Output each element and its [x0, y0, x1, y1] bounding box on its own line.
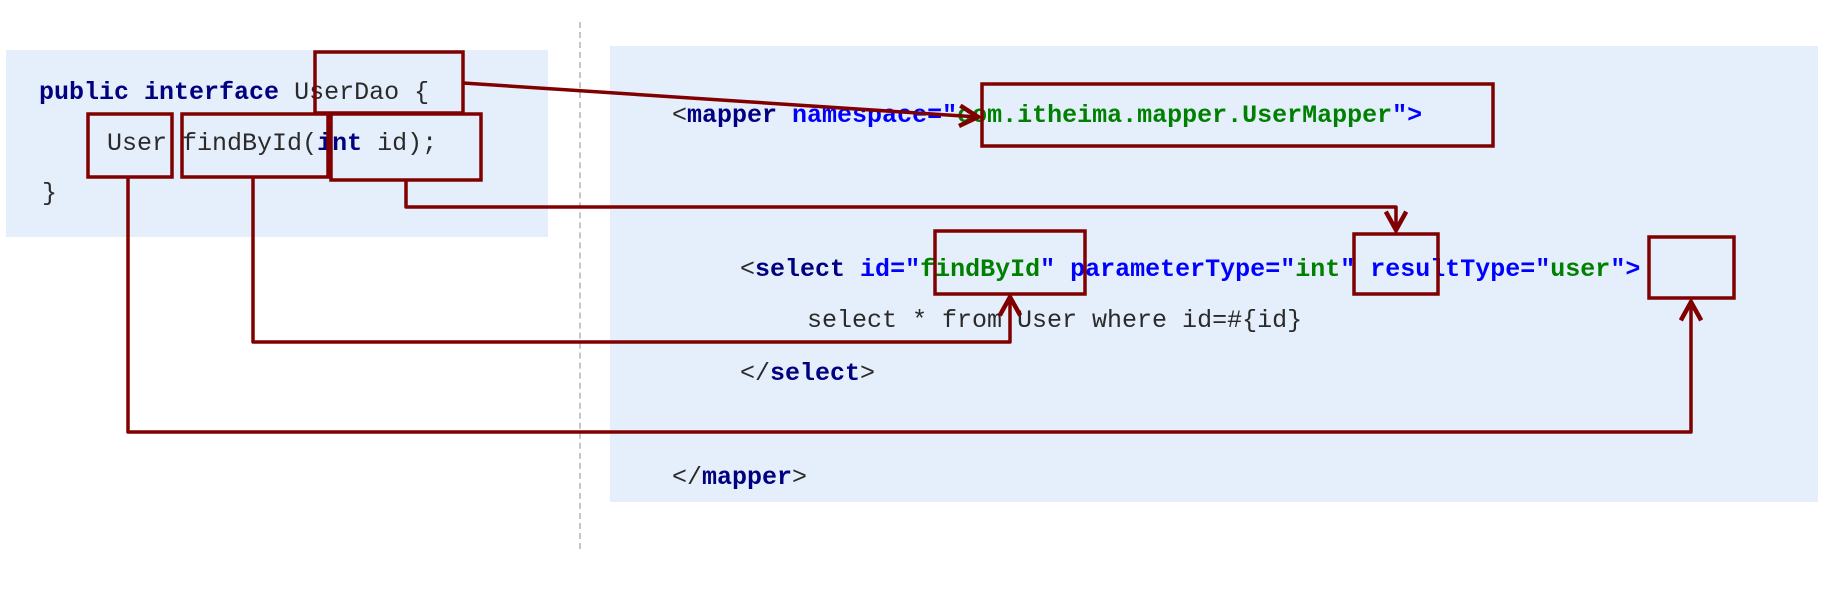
box-interface-name	[313, 50, 465, 115]
box-return-type	[86, 112, 174, 179]
box-method-name	[180, 112, 330, 179]
mapping-overlay	[86, 50, 1736, 434]
box-resulttype-value	[1647, 235, 1736, 300]
arrow-return-to-resulttype	[126, 177, 1691, 434]
box-parameter	[329, 112, 483, 182]
box-namespace-value	[980, 82, 1495, 148]
arrow-method-to-id	[251, 177, 1010, 344]
arrow-param-to-parametertype	[404, 180, 1396, 230]
box-id-value	[933, 229, 1087, 296]
arrow-interface-to-namespace	[462, 81, 978, 117]
box-parametertype-value	[1352, 232, 1440, 296]
